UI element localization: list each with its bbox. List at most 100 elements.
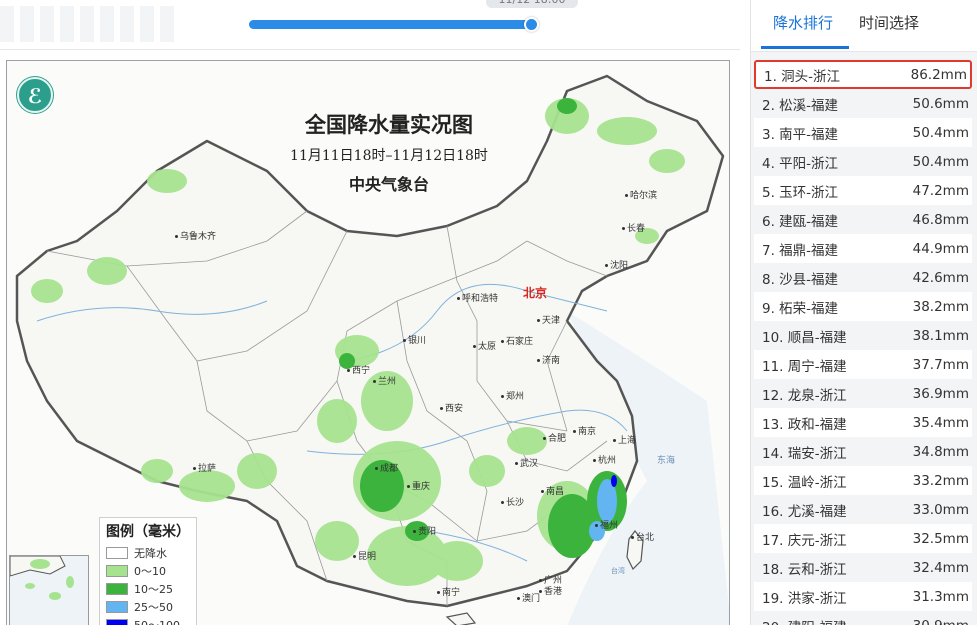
legend-item: 无降水	[106, 544, 190, 562]
city-label: 天津	[537, 313, 560, 326]
legend-swatch	[106, 565, 128, 577]
active-tab-indicator	[761, 46, 849, 49]
capital-label: 北京	[523, 286, 548, 300]
ranking-row[interactable]: 7. 福鼎-福建 44.9mm	[754, 234, 972, 263]
ranking-row[interactable]: 11. 周宁-福建 37.7mm	[754, 350, 972, 379]
city-label: 南昌	[541, 484, 564, 497]
ranking-station-name: 6. 建瓯-福建	[762, 213, 839, 230]
ranking-row[interactable]: 3. 南平-福建 50.4mm	[754, 118, 972, 147]
precipitation-map[interactable]: ℰ 全国降水量实况图 11月11日18时–11月12日18时 中央气象台 乌鲁木…	[6, 60, 730, 625]
city-label: 上海	[613, 433, 636, 446]
legend-swatch	[106, 583, 128, 595]
region-label: 台湾	[611, 567, 625, 575]
ranking-station-name: 9. 柘荣-福建	[762, 300, 839, 317]
time-slider-handle[interactable]	[523, 17, 539, 32]
ranking-precip-value: 34.8mm	[912, 443, 969, 460]
ranking-station-name: 16. 尤溪-福建	[762, 503, 847, 520]
ranking-station-name: 18. 云和-浙江	[762, 561, 847, 578]
time-slider-fill	[249, 20, 531, 29]
ranking-station-name: 15. 温岭-浙江	[762, 474, 847, 491]
map-title: 全国降水量实况图	[305, 112, 473, 137]
ranking-station-name: 19. 洪家-浙江	[762, 590, 847, 607]
ranking-station-name: 20. 建阳-福建	[762, 616, 847, 625]
city-label: 呼和浩特	[457, 291, 498, 304]
tab-time-select[interactable]: 时间选择	[859, 12, 919, 33]
city-label: 兰州	[373, 374, 396, 387]
tab-precip-ranking[interactable]: 降水排行	[773, 12, 833, 33]
ranking-row[interactable]: 5. 玉环-浙江 47.2mm	[754, 176, 972, 205]
ranking-station-name: 10. 顺昌-福建	[762, 329, 847, 346]
ranking-precip-value: 36.9mm	[912, 385, 969, 402]
ranking-station-name: 11. 周宁-福建	[762, 358, 847, 375]
city-label: 杭州	[593, 453, 616, 466]
city-label: 西宁	[347, 363, 370, 376]
ranking-precip-value: 50.6mm	[912, 95, 969, 112]
ranking-precip-value: 46.8mm	[912, 211, 969, 228]
city-label: 贵阳	[413, 524, 436, 537]
ranking-row[interactable]: 2. 松溪-福建 50.6mm	[754, 89, 972, 118]
ranking-row[interactable]: 10. 顺昌-福建 38.1mm	[754, 321, 972, 350]
ranking-station-name: 17. 庆元-浙江	[762, 532, 847, 549]
ranking-list: 1. 洞头-浙江 86.2mm 2. 松溪-福建 50.6mm 3. 南平-福建 50.4…	[754, 60, 972, 625]
city-label: 银川	[403, 333, 426, 346]
ranking-row[interactable]: 9. 柘荣-福建 38.2mm	[754, 292, 972, 321]
legend-swatch	[106, 601, 128, 613]
city-label: 哈尔滨	[625, 188, 657, 201]
ranking-station-name: 3. 南平-福建	[762, 126, 839, 143]
precip-page: 11/12 18:00	[0, 0, 977, 625]
south-sea-inset	[9, 555, 89, 625]
ranking-precip-value: 30.9mm	[913, 618, 969, 625]
city-label: 台北	[631, 530, 654, 543]
legend-title: 图例（毫米）	[106, 524, 190, 540]
map-subtitle: 11月11日18时–11月12日18时	[290, 148, 488, 164]
city-label: 长沙	[501, 495, 524, 508]
ranking-precip-value: 37.7mm	[912, 356, 969, 373]
city-label: 济南	[537, 353, 560, 366]
ranking-precip-value: 35.4mm	[912, 414, 969, 431]
ranking-precip-value: 50.4mm	[912, 153, 969, 170]
panel-tabs: 降水排行 时间选择	[751, 0, 977, 52]
ranking-row[interactable]: 18. 云和-浙江 32.4mm	[754, 553, 972, 582]
ranking-precip-value: 38.1mm	[912, 327, 969, 344]
ranking-station-name: 4. 平阳-浙江	[762, 155, 839, 172]
legend-item: 50～100	[106, 616, 190, 625]
ranking-row[interactable]: 19. 洪家-浙江 31.3mm	[754, 582, 972, 611]
ranking-row[interactable]: 12. 龙泉-浙江 36.9mm	[754, 379, 972, 408]
time-toolbar: 11/12 18:00	[0, 0, 740, 50]
ranking-precip-value: 38.2mm	[912, 298, 969, 315]
ranking-row[interactable]: 14. 瑞安-浙江 34.8mm	[754, 437, 972, 466]
ranking-row[interactable]: 1. 洞头-浙江 86.2mm	[754, 60, 972, 89]
legend-item: 25～50	[106, 598, 190, 616]
ranking-row[interactable]: 4. 平阳-浙江 50.4mm	[754, 147, 972, 176]
city-label: 郑州	[501, 389, 524, 402]
city-label: 南京	[573, 424, 596, 437]
timeline-thumbnails[interactable]	[0, 6, 180, 42]
city-label: 长春	[622, 221, 645, 234]
ranking-station-name: 14. 瑞安-浙江	[762, 445, 847, 462]
city-label: 澳门	[517, 591, 540, 604]
ranking-row[interactable]: 17. 庆元-浙江 32.5mm	[754, 524, 972, 553]
current-time-label: 11/12 18:00	[486, 0, 578, 8]
ranking-precip-value: 86.2mm	[910, 66, 967, 83]
ranking-station-name: 5. 玉环-浙江	[762, 184, 839, 201]
city-label: 香港	[539, 584, 562, 597]
city-label: 合肥	[543, 431, 566, 444]
ranking-row[interactable]: 13. 政和-福建 35.4mm	[754, 408, 972, 437]
ranking-row[interactable]: 20. 建阳-福建 30.9mm	[754, 611, 972, 625]
ranking-precip-value: 47.2mm	[912, 182, 969, 199]
ranking-precip-value: 31.3mm	[912, 588, 969, 605]
ranking-row[interactable]: 15. 温岭-浙江 33.2mm	[754, 466, 972, 495]
ranking-precip-value: 32.4mm	[912, 559, 969, 576]
ranking-station-name: 12. 龙泉-浙江	[762, 387, 847, 404]
ranking-panel: 降水排行 时间选择 1. 洞头-浙江 86.2mm 2. 松溪-福建 50.6mm 3.…	[750, 0, 977, 625]
ranking-station-name: 13. 政和-福建	[762, 416, 847, 433]
ranking-precip-value: 44.9mm	[912, 240, 969, 257]
ranking-row[interactable]: 16. 尤溪-福建 33.0mm	[754, 495, 972, 524]
city-label: 沈阳	[605, 258, 628, 271]
ranking-station-name: 8. 沙县-福建	[762, 271, 839, 288]
ranking-row[interactable]: 6. 建瓯-福建 46.8mm	[754, 205, 972, 234]
map-org: 中央气象台	[348, 175, 429, 194]
ranking-row[interactable]: 8. 沙县-福建 42.6mm	[754, 263, 972, 292]
time-slider[interactable]	[249, 17, 539, 32]
legend-item: 0～10	[106, 562, 190, 580]
